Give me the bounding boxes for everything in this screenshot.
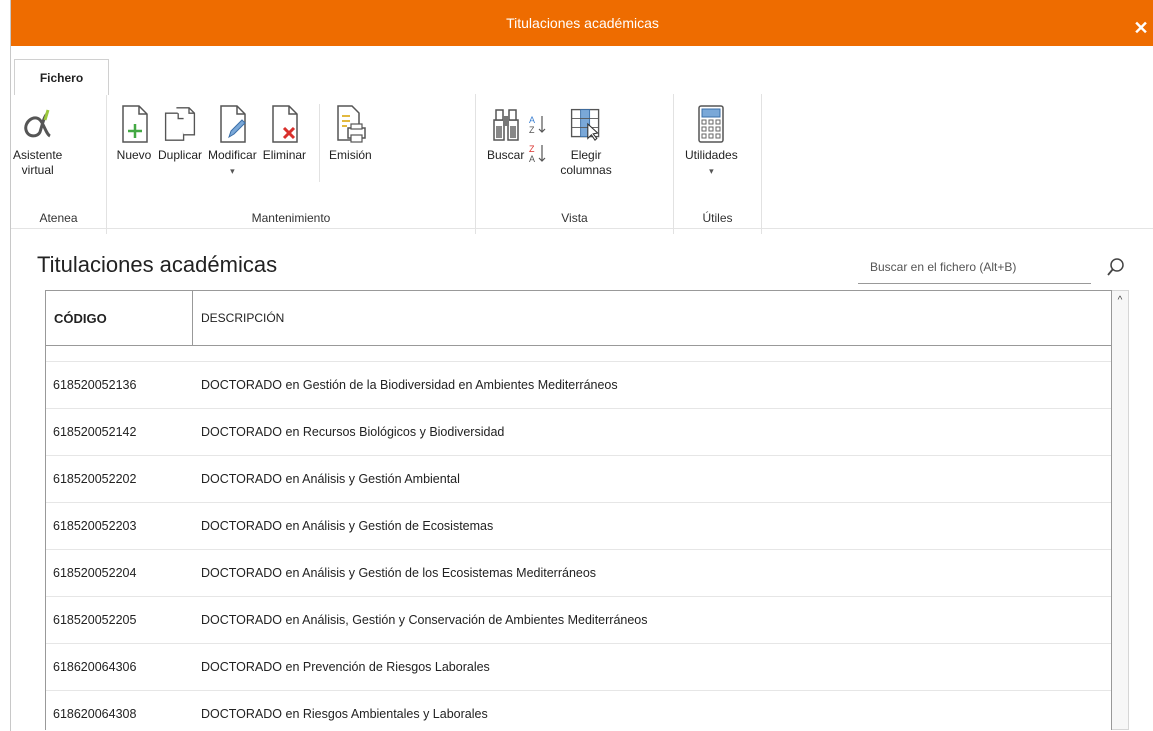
- duplicar-label: Duplicar: [158, 148, 203, 162]
- search-button[interactable]: [1103, 255, 1129, 281]
- chevron-down-icon: ▾: [709, 166, 714, 176]
- table-row[interactable]: 618520052204 DOCTORADO en Análisis y Gest…: [46, 550, 1111, 597]
- ribbon: Asistente virtual Atenea Nuevo Duplicar …: [11, 94, 1153, 234]
- cell-codigo: 618520052205: [53, 613, 137, 627]
- buscar-button[interactable]: Buscar: [484, 104, 527, 163]
- page-title: Titulaciones académicas: [37, 252, 278, 277]
- table-row[interactable]: 618520052202 DOCTORADO en Análisis y Gest…: [46, 456, 1111, 503]
- ribbon-group-atenea: Asistente virtual Atenea: [11, 94, 107, 234]
- buscar-label: Buscar: [487, 148, 525, 162]
- cell-descripcion: DOCTORADO en Análisis y Gestión de Ecosi…: [201, 519, 494, 533]
- search-icon: [1105, 257, 1127, 281]
- cell-descripcion: DOCTORADO en Prevención de Riesgos Labor…: [201, 660, 490, 674]
- ribbon-group-mantenimiento: Nuevo Duplicar Modificar ▾ Eliminar Emis…: [107, 94, 476, 234]
- scroll-up-button[interactable]: ^: [1112, 291, 1128, 309]
- cell-codigo: 618620064308: [53, 707, 137, 721]
- window-title: Titulaciones académicas: [506, 15, 659, 31]
- asistente-label-2: virtual: [21, 163, 54, 177]
- close-button[interactable]: ✕: [1128, 0, 1153, 46]
- search-box: [858, 251, 1091, 284]
- table-spacer: [46, 346, 1111, 362]
- cell-descripcion: DOCTORADO en Gestión de la Biodiversidad…: [201, 378, 618, 392]
- cell-codigo: 618520052202: [53, 472, 137, 486]
- ribbon-group-utiles: Utilidades ▾ Útiles: [674, 94, 762, 234]
- cell-codigo: 618520052204: [53, 566, 137, 580]
- edit-document-icon: [214, 104, 250, 144]
- asistente-virtual-button[interactable]: Asistente virtual: [11, 104, 64, 178]
- column-header-codigo[interactable]: CÓDIGO: [46, 291, 193, 345]
- sort-buttons: AZ ZA: [529, 114, 547, 168]
- alpha-assistant-icon: [20, 104, 56, 144]
- close-icon: ✕: [1133, 18, 1149, 38]
- cell-codigo: 618520052142: [53, 425, 137, 439]
- search-input[interactable]: [858, 259, 1091, 275]
- binoculars-icon: [488, 104, 524, 144]
- duplicar-button[interactable]: Duplicar: [155, 104, 205, 163]
- ribbon-separator: [319, 104, 321, 182]
- table-header: CÓDIGO DESCRIPCIÓN: [46, 291, 1111, 346]
- utilidades-button[interactable]: Utilidades ▾: [682, 104, 741, 179]
- choose-columns-icon: [568, 104, 604, 144]
- svg-text:A: A: [529, 115, 535, 125]
- table-row[interactable]: 618620064308 DOCTORADO en Riesgos Ambient…: [46, 691, 1111, 730]
- cell-codigo: 618520052203: [53, 519, 137, 533]
- cell-codigo: 618620064306: [53, 660, 137, 674]
- emision-label: Emisión: [329, 148, 372, 162]
- duplicate-document-icon: [162, 104, 198, 144]
- chevron-down-icon: ▾: [230, 166, 235, 176]
- eliminar-button[interactable]: Eliminar: [260, 104, 309, 163]
- svg-text:Z: Z: [529, 144, 535, 154]
- cell-descripcion: DOCTORADO en Análisis y Gestión de los E…: [201, 566, 597, 580]
- nuevo-label: Nuevo: [116, 148, 152, 162]
- table-row[interactable]: 618520052136 DOCTORADO en Gestión de la B…: [46, 362, 1111, 409]
- elegir-label-2: columnas: [560, 163, 612, 177]
- elegir-columnas-button[interactable]: Elegir columnas: [557, 104, 614, 178]
- sort-ascending-icon[interactable]: AZ: [529, 114, 547, 139]
- table-row[interactable]: 618520052203 DOCTORADO en Análisis y Gest…: [46, 503, 1111, 550]
- cell-descripcion: DOCTORADO en Riesgos Ambientales y Labor…: [201, 707, 488, 721]
- sort-descending-icon[interactable]: ZA: [529, 143, 547, 168]
- ribbon-tab-row: Fichero: [11, 46, 1153, 95]
- title-bar: Titulaciones académicas ✕: [11, 0, 1153, 46]
- table-row[interactable]: 618520052142 DOCTORADO en Recursos Biológ…: [46, 409, 1111, 456]
- print-document-icon: [332, 104, 368, 144]
- column-header-descripcion[interactable]: DESCRIPCIÓN: [193, 291, 1111, 345]
- calculator-icon: [693, 104, 729, 144]
- chevron-up-icon: ^: [1117, 294, 1123, 306]
- eliminar-label: Eliminar: [262, 148, 307, 162]
- tab-fichero[interactable]: Fichero: [14, 59, 109, 95]
- nuevo-button[interactable]: Nuevo: [113, 104, 155, 163]
- cell-descripcion: DOCTORADO en Recursos Biológicos y Biodi…: [201, 425, 505, 439]
- modificar-button[interactable]: Modificar ▾: [205, 104, 260, 179]
- emision-button[interactable]: Emisión: [326, 104, 375, 163]
- svg-text:Z: Z: [529, 125, 535, 134]
- modificar-label: Modificar: [208, 148, 257, 162]
- cell-codigo: 618520052136: [53, 378, 137, 392]
- table-row[interactable]: 618520052205 DOCTORADO en Análisis, Gesti…: [46, 597, 1111, 644]
- delete-document-icon: [266, 104, 302, 144]
- ribbon-group-vista: Buscar AZ ZA Elegir columnas Vista: [476, 94, 674, 234]
- cell-descripcion: DOCTORADO en Análisis y Gestión Ambienta…: [201, 472, 460, 486]
- table-body: 618520052136 DOCTORADO en Gestión de la B…: [46, 346, 1111, 730]
- vertical-scrollbar[interactable]: ^: [1112, 290, 1129, 730]
- data-table: CÓDIGO DESCRIPCIÓN 618520052136 DOCTORADO…: [45, 290, 1112, 730]
- elegir-label-1: Elegir: [570, 148, 602, 162]
- svg-text:A: A: [529, 154, 535, 163]
- table-row[interactable]: 618620064306 DOCTORADO en Prevención de R…: [46, 644, 1111, 691]
- cell-descripcion: DOCTORADO en Análisis, Gestión y Conserv…: [201, 613, 648, 627]
- app-window: Titulaciones académicas ✕ Fichero Asiste…: [10, 0, 1153, 731]
- new-document-icon: [116, 104, 152, 144]
- asistente-label-1: Asistente: [13, 148, 63, 162]
- utilidades-label: Utilidades: [685, 148, 738, 162]
- main-content: Titulaciones académicas CÓDIGO DESCRIPCI…: [11, 229, 1153, 730]
